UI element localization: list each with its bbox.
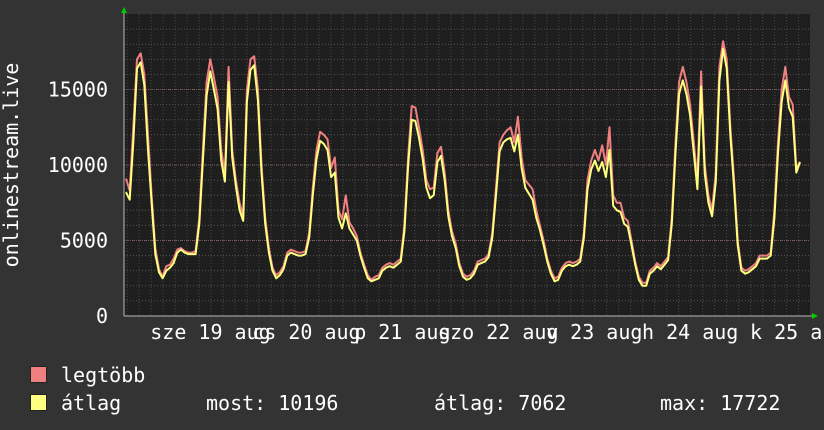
stat-average: átlag: 7062	[434, 391, 567, 415]
y-tick-label: 0	[96, 304, 108, 328]
y-tick-label: 15000	[48, 78, 108, 102]
legend-label-max: legtöbb	[61, 363, 146, 387]
x-tick-label: h 24 aug	[642, 320, 738, 344]
stat-current: most: 10196	[206, 391, 339, 415]
legend: legtöbb átlag most: 10196 átlag: 7062 ma…	[30, 362, 820, 422]
x-tick-label: cs 20 aug	[252, 320, 360, 344]
stat-max: max: 17722	[660, 391, 781, 415]
x-axis-arrow-icon	[812, 313, 818, 319]
legend-entry-avg: átlag most: 10196 átlag: 7062 max: 17722	[30, 390, 820, 416]
y-axis-arrow-icon	[121, 7, 127, 13]
x-tick-label: p 21 aug	[354, 320, 450, 344]
y-axis-label: onlinestream.live	[0, 63, 23, 268]
traffic-chart: 050001000015000sze 19 augcs 20 augp 21 a…	[0, 7, 822, 344]
x-tick-label: k 25 a	[750, 320, 822, 344]
x-tick-label: v 23 aug	[546, 320, 642, 344]
legend-swatch-avg	[30, 394, 47, 411]
y-tick-label: 5000	[60, 229, 108, 253]
legend-label-avg: átlag	[61, 391, 122, 415]
legend-swatch-max	[30, 366, 47, 383]
x-tick-label: szo 22 aug	[438, 320, 558, 344]
legend-entry-max: legtöbb	[30, 362, 145, 388]
y-tick-label: 10000	[48, 153, 108, 177]
